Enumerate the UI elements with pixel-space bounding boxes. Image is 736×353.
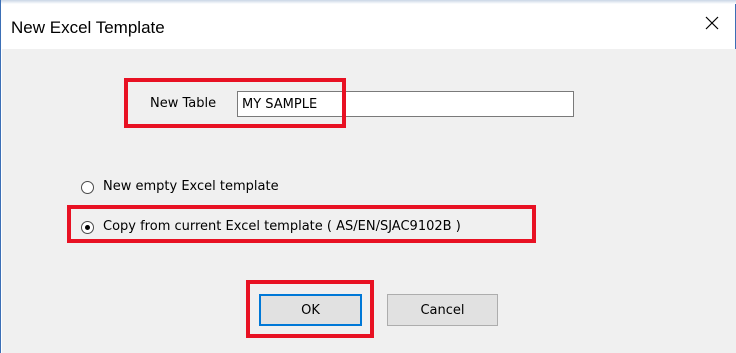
radio-button-copy-current[interactable] bbox=[81, 221, 94, 234]
new-table-input[interactable] bbox=[237, 91, 574, 117]
radio-label-copy-current: Copy from current Excel template ( AS/EN… bbox=[103, 219, 461, 234]
radio-button-new-empty[interactable] bbox=[81, 181, 94, 194]
cancel-button[interactable]: Cancel bbox=[387, 294, 498, 326]
radio-option-new-empty[interactable]: New empty Excel template bbox=[81, 179, 311, 197]
radio-label-new-empty: New empty Excel template bbox=[103, 179, 279, 194]
dialog-title: New Excel Template bbox=[11, 18, 165, 37]
new-table-label: New Table bbox=[150, 96, 217, 111]
close-button[interactable] bbox=[697, 10, 727, 40]
close-icon bbox=[704, 15, 720, 35]
ok-button[interactable]: OK bbox=[259, 294, 362, 326]
dialog-window: New Excel Template New Table New empty E… bbox=[0, 0, 736, 353]
radio-option-copy-current[interactable]: Copy from current Excel template ( AS/EN… bbox=[81, 219, 521, 237]
window-top-strip bbox=[1, 0, 736, 4]
